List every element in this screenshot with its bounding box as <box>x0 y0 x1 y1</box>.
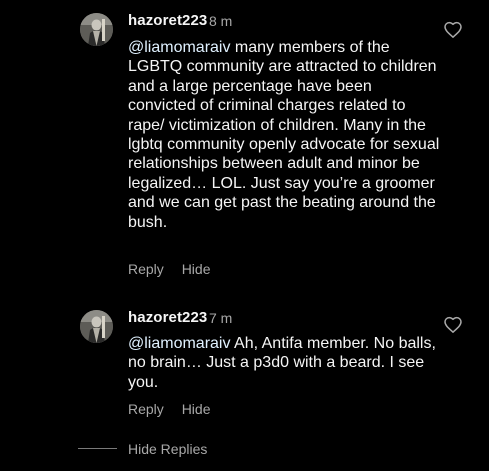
reply-button[interactable]: Reply <box>128 261 164 277</box>
comment-username[interactable]: hazoret223 <box>128 309 207 327</box>
comment-username[interactable]: hazoret223 <box>128 12 207 30</box>
like-button[interactable] <box>443 20 463 40</box>
mention-link[interactable]: @liamomaraiv <box>128 335 230 352</box>
user-avatar-icon <box>80 13 113 46</box>
like-button[interactable] <box>443 315 463 335</box>
avatar[interactable] <box>80 13 113 46</box>
reply-button[interactable]: Reply <box>128 401 164 417</box>
user-avatar-icon <box>80 310 113 343</box>
hide-button[interactable]: Hide <box>182 261 211 277</box>
comment-actions: Reply Hide <box>128 260 210 278</box>
replies-divider-line <box>78 448 117 449</box>
heart-outline-icon <box>444 21 462 38</box>
heart-outline-icon <box>444 316 462 333</box>
hide-replies-button[interactable]: Hide Replies <box>128 440 207 458</box>
comment-timestamp: 8 m <box>209 13 233 29</box>
mention-link[interactable]: @liamomaraiv <box>128 39 230 56</box>
comment-timestamp: 7 m <box>209 310 233 326</box>
hide-button[interactable]: Hide <box>182 401 211 417</box>
comment-text: @liamomaraiv many members of the LGBTQ c… <box>128 38 440 232</box>
comment-body: many members of the LGBTQ community are … <box>128 39 440 231</box>
avatar[interactable] <box>80 310 113 343</box>
comment-text: @liamomaraiv Ah, Antifa member. No balls… <box>128 334 440 392</box>
comment-actions: Reply Hide <box>128 400 210 418</box>
